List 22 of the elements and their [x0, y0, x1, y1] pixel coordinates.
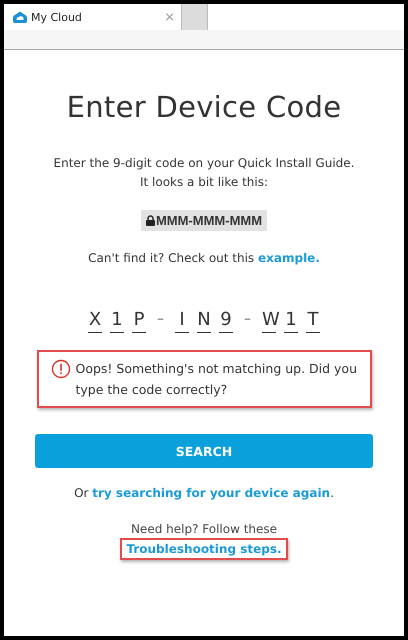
code-digit-field[interactable]: 9 [219, 309, 233, 333]
code-digit-field[interactable]: 1 [284, 309, 298, 333]
code-digit-field[interactable]: X [88, 309, 102, 333]
new-tab-button[interactable] [181, 4, 208, 30]
code-digit-field[interactable]: P [132, 309, 146, 333]
page-title: Enter Device Code [66, 90, 342, 124]
alert-icon [50, 359, 70, 379]
code-separator: – [156, 311, 165, 329]
lock-icon [146, 215, 155, 226]
hint-text: Can't find it? Check out this example. [88, 251, 320, 265]
cloud-icon [13, 11, 27, 23]
tab-title: My Cloud [31, 10, 83, 24]
code-sample-text: MMM-MMM-MMM [156, 213, 262, 228]
code-separator: – [243, 311, 252, 329]
instruction-text: Enter the 9-digit code on your Quick Install Guide. It looks a bit like this: [52, 155, 356, 191]
code-digit-field[interactable]: 1 [110, 309, 124, 333]
error-text: Oops! Something's not matching up. Did you type the code correctly? [76, 360, 358, 399]
help-text: Need help? Follow these [130, 522, 278, 536]
code-digit-field[interactable]: T [306, 309, 320, 333]
code-digit-field[interactable]: I [175, 309, 189, 333]
retry-text: Or try searching for your device again. [74, 486, 334, 500]
code-digit-field[interactable]: N [197, 309, 211, 333]
